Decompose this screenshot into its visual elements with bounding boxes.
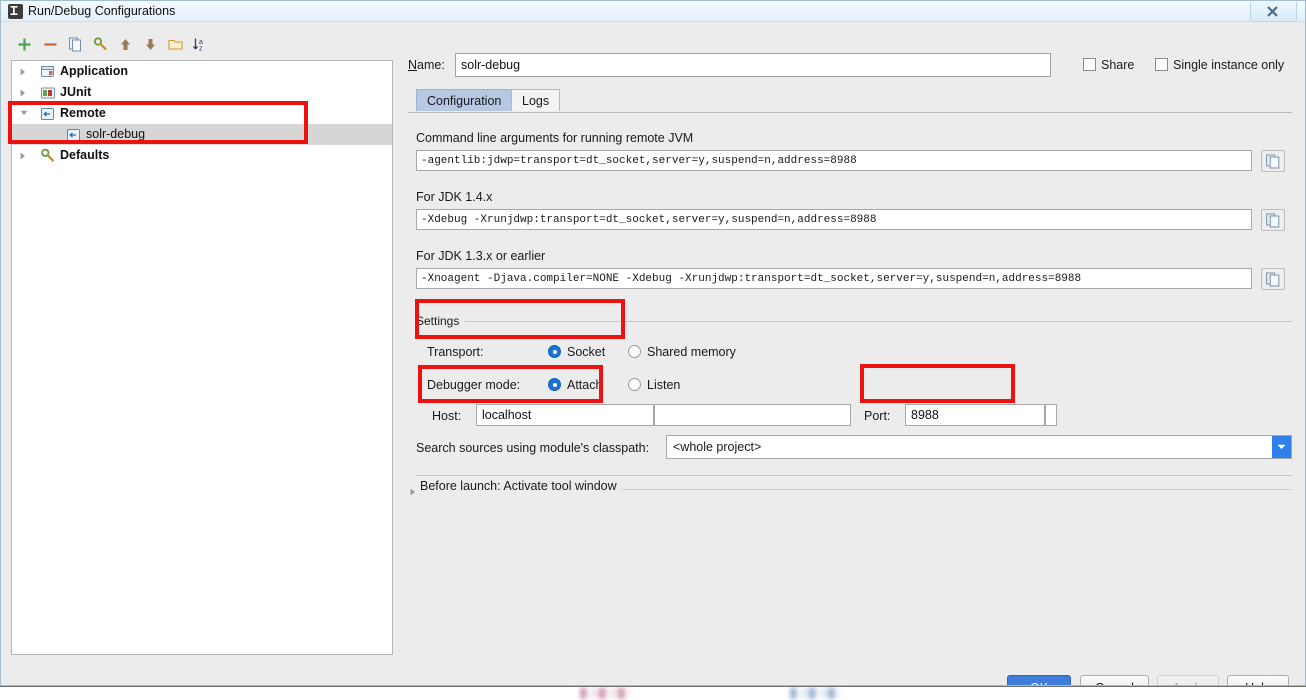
single-instance-checkbox[interactable]: Single instance only [1155, 58, 1284, 72]
status-smear: █░▒█░▒█░ [580, 688, 632, 698]
debugger-mode-label: Debugger mode: [427, 378, 521, 392]
host-extra-input[interactable] [654, 404, 851, 426]
tabs-underline [408, 112, 1292, 113]
port-input[interactable] [905, 404, 1045, 426]
chevron-right-icon[interactable] [18, 82, 30, 103]
settings-legend: Settings [416, 314, 466, 328]
share-label: Share [1101, 58, 1135, 72]
transport-socket-radio-button[interactable] [548, 345, 561, 358]
run-debug-configurations-dialog: Run/Debug Configurations a z Application… [0, 0, 1306, 686]
before-launch-line [621, 489, 1292, 490]
defaults-icon [40, 148, 56, 164]
before-launch-label: Before launch: Activate tool window [420, 479, 617, 493]
tree-item-solr-debug[interactable]: solr-debug [12, 124, 392, 145]
remove-configuration-button[interactable] [39, 34, 61, 56]
tree-item-label: solr-debug [86, 127, 146, 141]
svg-text:z: z [199, 46, 203, 53]
dialog-body: a z Application JUnit Remote solr-debug Defa… [1, 22, 1305, 685]
port-extra-input[interactable] [1045, 404, 1057, 426]
dialog-title-bar: Run/Debug Configurations [1, 1, 1305, 22]
add-configuration-button[interactable] [13, 34, 35, 56]
before-launch-section[interactable]: Before launch: Activate tool window [408, 478, 1292, 498]
copy-jdk14-args-icon[interactable] [1261, 209, 1285, 231]
jdk13-args-input[interactable] [416, 268, 1252, 289]
classpath-combo-value: <whole project> [673, 440, 762, 454]
debugger-mode-listen-radio[interactable]: Listen [628, 378, 680, 392]
debugger-mode-listen-label: Listen [647, 378, 681, 392]
transport-socket-radio[interactable]: Socket [548, 345, 605, 359]
cancel-button[interactable]: Cancel [1080, 675, 1149, 685]
debugger-mode-attach-radio[interactable]: Attach [548, 378, 602, 392]
tree-item-defaults[interactable]: Defaults [12, 145, 392, 166]
help-button[interactable]: Help [1227, 675, 1289, 685]
close-icon[interactable] [1250, 2, 1297, 22]
chevron-down-icon[interactable] [18, 103, 30, 124]
dialog-title: Run/Debug Configurations [28, 4, 176, 18]
tree-item-application[interactable]: Application [12, 61, 392, 82]
jvm-args-label: Command line arguments for running remot… [416, 131, 694, 145]
debugger-mode-listen-radio-button[interactable] [628, 378, 641, 391]
host-input[interactable] [476, 404, 654, 426]
tree-item-label: Defaults [60, 148, 110, 162]
chevron-right-icon[interactable] [18, 145, 30, 166]
share-checkbox[interactable]: Share [1083, 58, 1134, 72]
tree-rows: Application JUnit Remote solr-debug Defaults [12, 61, 392, 166]
chevron-right-icon[interactable] [18, 61, 30, 82]
sort-configurations-button[interactable]: a z [189, 34, 211, 56]
transport-shared-memory-label: Shared memory [647, 345, 736, 359]
before-launch-divider [416, 475, 1292, 476]
jdk13-args-label: For JDK 1.3.x or earlier [416, 249, 546, 263]
remote-icon [40, 106, 56, 122]
ide-status-strip: █░▒█░▒█░ █░▒█░▒█░ [0, 686, 1306, 700]
jdk14-args-label: For JDK 1.4.x [416, 190, 493, 204]
jdk14-args-input[interactable] [416, 209, 1252, 230]
transport-shared-memory-radio[interactable]: Shared memory [628, 345, 736, 359]
copy-configuration-button[interactable] [64, 34, 86, 56]
classpath-label: Search sources using module's classpath: [416, 441, 650, 455]
chevron-down-icon[interactable] [1272, 436, 1291, 458]
tree-item-label: JUnit [60, 85, 92, 99]
single-instance-checkbox-box[interactable] [1155, 58, 1168, 71]
single-instance-label: Single instance only [1173, 58, 1285, 72]
apply-button: Apply [1157, 675, 1219, 685]
port-label: Port: [864, 409, 891, 423]
create-folder-button[interactable] [164, 34, 186, 56]
share-checkbox-box[interactable] [1083, 58, 1096, 71]
junit-icon [40, 85, 56, 101]
jvm-args-input[interactable] [416, 150, 1252, 171]
move-down-button[interactable] [139, 34, 161, 56]
intellij-logo-icon [8, 4, 23, 19]
chevron-right-icon[interactable] [410, 485, 416, 499]
ok-button[interactable]: OK [1007, 675, 1071, 685]
tab-configuration[interactable]: Configuration [416, 89, 513, 111]
tab-logs[interactable]: Logs [511, 89, 561, 111]
transport-label: Transport: [427, 345, 484, 359]
copy-jvm-args-icon[interactable] [1261, 150, 1285, 172]
debugger-mode-attach-label: Attach [567, 378, 603, 392]
classpath-combo[interactable]: <whole project> [666, 435, 1292, 459]
debugger-mode-attach-radio-button[interactable] [548, 378, 561, 391]
application-icon [40, 64, 56, 80]
copy-jdk13-args-icon[interactable] [1261, 268, 1285, 290]
tree-item-label: Remote [60, 106, 106, 120]
tree-item-label: Application [60, 64, 129, 78]
save-configuration-button[interactable] [89, 34, 111, 56]
name-label: Name: [408, 58, 445, 72]
configurations-tree[interactable]: Application JUnit Remote solr-debug Defaults [11, 60, 393, 655]
remote-config-icon [66, 127, 82, 143]
name-input[interactable] [455, 53, 1051, 77]
host-label: Host: [432, 409, 462, 423]
tree-item-remote[interactable]: Remote [12, 103, 392, 124]
settings-divider [416, 321, 1292, 322]
configurations-toolbar: a z [11, 32, 393, 58]
move-up-button[interactable] [114, 34, 136, 56]
dialog-button-bar: OK Cancel Apply Help [1, 663, 1305, 685]
editor-tabs: Configuration Logs [408, 89, 1292, 113]
tree-item-junit[interactable]: JUnit [12, 82, 392, 103]
transport-socket-label: Socket [567, 345, 606, 359]
configuration-editor-pane: Name: Share Single instance only Configu… [403, 32, 1295, 655]
transport-shared-memory-radio-button[interactable] [628, 345, 641, 358]
status-smear: █░▒█░▒█░ [790, 688, 842, 698]
